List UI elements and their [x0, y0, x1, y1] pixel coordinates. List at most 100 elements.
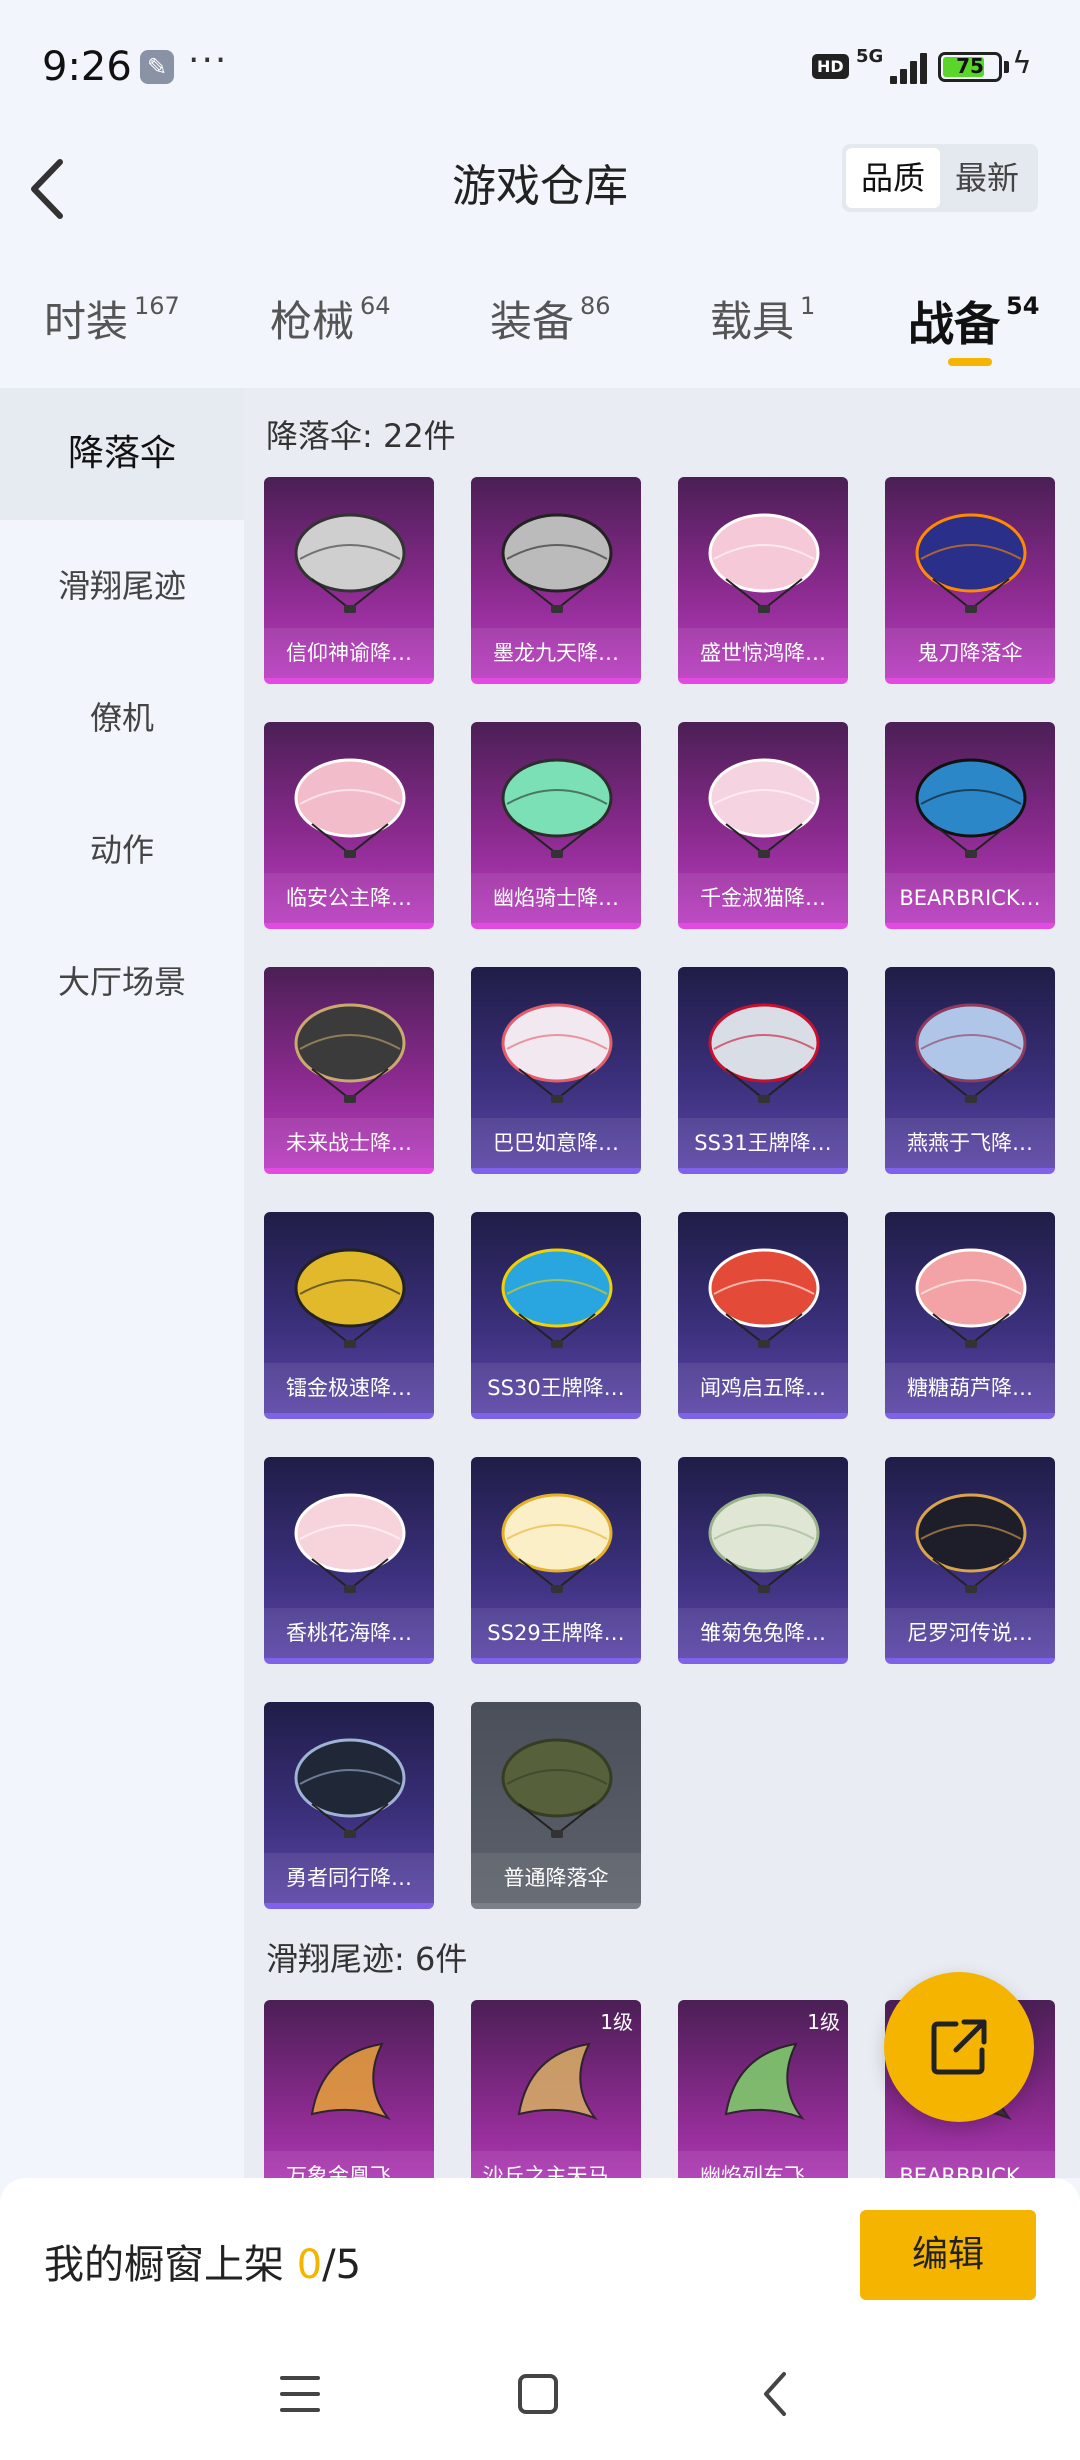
item-card[interactable]: 镭金极速降…: [264, 1212, 434, 1419]
item-image: [724, 2042, 805, 2121]
sidebar-item-glide-trail[interactable]: 滑翔尾迹: [0, 520, 244, 652]
sort-quality[interactable]: 品质: [846, 148, 940, 208]
sidebar-item-wingman[interactable]: 僚机: [0, 652, 244, 784]
item-card[interactable]: 1级 幽焰列车飞…: [678, 2000, 848, 2178]
item-card[interactable]: 巴巴如意降…: [471, 967, 641, 1174]
edit-button[interactable]: 编辑: [860, 2210, 1036, 2300]
tab-battle-gear[interactable]: 战备 54: [908, 288, 1039, 354]
item-card[interactable]: 盛世惊鸿降…: [678, 477, 848, 684]
sort-newest[interactable]: 最新: [940, 148, 1034, 208]
item-card[interactable]: 幽焰骑士降…: [471, 722, 641, 929]
item-image: [708, 1248, 820, 1348]
nav-back-icon[interactable]: [760, 2370, 790, 2418]
category-tabs: 时装 167 枪械 64 装备 86 载具 1 战备 54: [0, 270, 1080, 388]
tab-fashion[interactable]: 时装 167: [44, 288, 180, 349]
item-card[interactable]: 闻鸡启五降…: [678, 1212, 848, 1419]
battery-level: 75: [956, 54, 984, 78]
item-image: [915, 1003, 1027, 1103]
active-tab-indicator: [948, 358, 992, 366]
menu-icon[interactable]: [280, 2374, 324, 2414]
charging-icon: ϟ: [1012, 46, 1032, 81]
item-image: [501, 1493, 613, 1593]
item-name: 雏菊兔兔降…: [678, 1608, 848, 1658]
item-name: SS31王牌降…: [678, 1118, 848, 1168]
item-card[interactable]: 未来战士降…: [264, 967, 434, 1174]
item-image: [708, 758, 820, 858]
item-card[interactable]: 临安公主降…: [264, 722, 434, 929]
item-grid: 降落伞: 22件 滑翔尾迹: 6件 信仰神谕降… 墨龙九天降… 盛世惊鸿降… 鬼…: [244, 388, 1080, 2178]
item-image: [294, 1003, 406, 1103]
item-image: [915, 513, 1027, 613]
item-card[interactable]: 燕燕于飞降…: [885, 967, 1055, 1174]
item-image: [915, 1493, 1027, 1593]
item-card[interactable]: 千金淑猫降…: [678, 722, 848, 929]
item-image: [294, 1738, 406, 1838]
item-name: 信仰神谕降…: [264, 628, 434, 678]
item-name: 尼罗河传说…: [885, 1608, 1055, 1658]
item-card[interactable]: 尼罗河传说…: [885, 1457, 1055, 1664]
item-card[interactable]: 信仰神谕降…: [264, 477, 434, 684]
item-card[interactable]: 糖糖葫芦降…: [885, 1212, 1055, 1419]
showcase-count: 0: [296, 2242, 323, 2288]
item-name: 香桃花海降…: [264, 1608, 434, 1658]
item-card[interactable]: SS31王牌降…: [678, 967, 848, 1174]
item-card[interactable]: SS29王牌降…: [471, 1457, 641, 1664]
item-name: 糖糖葫芦降…: [885, 1363, 1055, 1413]
hd-badge: HD: [812, 54, 849, 79]
item-card[interactable]: 1级沙丘之主天马…: [471, 2000, 641, 2178]
item-image: [915, 758, 1027, 858]
more-dots-icon: ···: [188, 40, 229, 81]
item-card[interactable]: 鬼刀降落伞: [885, 477, 1055, 684]
item-image: [708, 1003, 820, 1103]
sidebar-item-lobby-scene[interactable]: 大厅场景: [0, 916, 244, 1048]
item-name: SS30王牌降…: [471, 1363, 641, 1413]
home-icon[interactable]: [518, 2374, 558, 2414]
tab-equipment[interactable]: 装备 86: [490, 288, 611, 349]
item-name: 闻鸡启五降…: [678, 1363, 848, 1413]
item-image: [915, 1248, 1027, 1348]
item-name: 临安公主降…: [264, 873, 434, 923]
item-card[interactable]: 勇者同行降…: [264, 1702, 434, 1909]
bottom-bar: 我的橱窗上架 0/5 编辑: [0, 2178, 1080, 2334]
item-name: 千金淑猫降…: [678, 873, 848, 923]
item-image: [708, 1493, 820, 1593]
item-card[interactable]: 墨龙九天降…: [471, 477, 641, 684]
item-image: [310, 2042, 391, 2121]
item-image: [294, 1248, 406, 1348]
tab-vehicles[interactable]: 载具 1: [710, 288, 815, 349]
level-badge: 1级: [807, 2010, 840, 2034]
level-badge: 1级: [600, 2010, 633, 2034]
section-title-parachute: 降落伞: 22件: [266, 417, 456, 455]
item-card[interactable]: 香桃花海降…: [264, 1457, 434, 1664]
system-nav-bar: [0, 2334, 1080, 2460]
share-icon: [931, 2019, 987, 2075]
sidebar: 降落伞 滑翔尾迹 僚机 动作 大厅场景: [0, 388, 244, 2178]
item-image: [501, 1248, 613, 1348]
status-bar: 9:26 ✎ ··· HD 5G 75 ϟ: [0, 0, 1080, 140]
item-image: [501, 1003, 613, 1103]
wrench-icon: ✎: [140, 50, 174, 84]
battery-icon: 75: [938, 52, 1002, 82]
item-name: 万象金凰飞…: [264, 2151, 434, 2178]
item-name: 未来战士降…: [264, 1118, 434, 1168]
item-image: [501, 1738, 613, 1838]
sidebar-item-action[interactable]: 动作: [0, 784, 244, 916]
item-name: 勇者同行降…: [264, 1853, 434, 1903]
item-card[interactable]: 普通降落伞: [471, 1702, 641, 1909]
signal-icon: [876, 50, 927, 84]
item-image: [294, 758, 406, 858]
item-image: [501, 513, 613, 613]
status-time: 9:26: [42, 44, 132, 90]
showcase-status: 我的橱窗上架 0/5: [44, 2242, 362, 2288]
item-name: 巴巴如意降…: [471, 1118, 641, 1168]
item-card[interactable]: 万象金凰飞…: [264, 2000, 434, 2178]
section-title-glide-trail: 滑翔尾迹: 6件: [266, 1940, 468, 1978]
item-card[interactable]: 雏菊兔兔降…: [678, 1457, 848, 1664]
item-card[interactable]: SS30王牌降…: [471, 1212, 641, 1419]
tab-guns[interactable]: 枪械 64: [270, 288, 391, 349]
item-name: 沙丘之主天马…: [471, 2151, 641, 2178]
sidebar-item-parachute[interactable]: 降落伞: [0, 388, 244, 520]
item-name: 墨龙九天降…: [471, 628, 641, 678]
item-card[interactable]: BEARBRICK…: [885, 722, 1055, 929]
share-button[interactable]: [884, 1972, 1034, 2122]
